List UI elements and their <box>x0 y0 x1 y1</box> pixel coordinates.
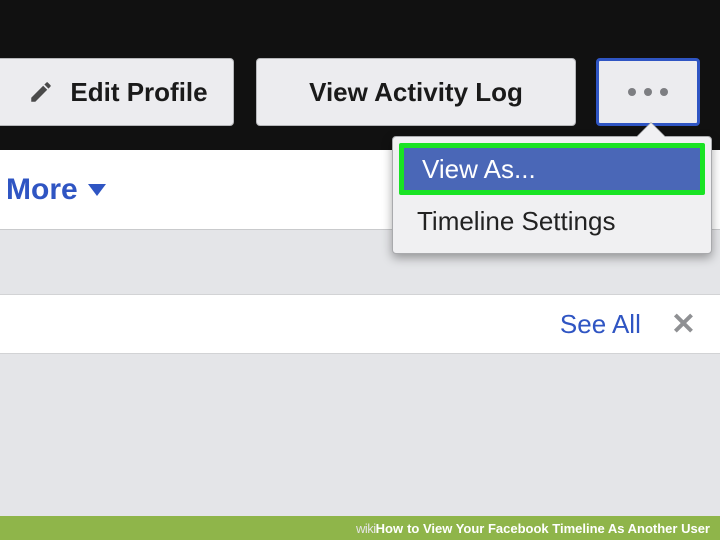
pencil-icon <box>28 79 54 105</box>
more-tab[interactable]: More <box>6 173 106 207</box>
dropdown-item-label: View As... <box>422 154 536 185</box>
section-header: See All ✕ <box>0 294 720 354</box>
chevron-down-icon <box>88 184 106 196</box>
more-options-button[interactable] <box>596 58 700 126</box>
dropdown-item-label: Timeline Settings <box>417 206 615 237</box>
edit-profile-label: Edit Profile <box>70 77 207 108</box>
brand-how: How <box>376 521 403 536</box>
view-activity-log-label: View Activity Log <box>309 77 523 108</box>
more-tab-label: More <box>6 173 78 207</box>
dropdown-item-timeline-settings[interactable]: Timeline Settings <box>399 195 705 247</box>
brand-wiki: wiki <box>356 521 376 536</box>
view-activity-log-button[interactable]: View Activity Log <box>256 58 576 126</box>
see-all-link[interactable]: See All <box>560 309 641 340</box>
edit-profile-button[interactable]: Edit Profile <box>0 58 234 126</box>
article-title: to View Your Facebook Timeline As Anothe… <box>407 521 710 536</box>
dropdown-item-view-as[interactable]: View As... <box>399 143 705 195</box>
screenshot-canvas: Edit Profile View Activity Log More View… <box>0 0 720 540</box>
ellipsis-icon <box>628 88 668 96</box>
close-icon[interactable]: ✕ <box>671 307 696 342</box>
more-options-dropdown: View As... Timeline Settings <box>392 136 712 254</box>
wikihow-caption-bar: wikiHow to View Your Facebook Timeline A… <box>0 516 720 540</box>
